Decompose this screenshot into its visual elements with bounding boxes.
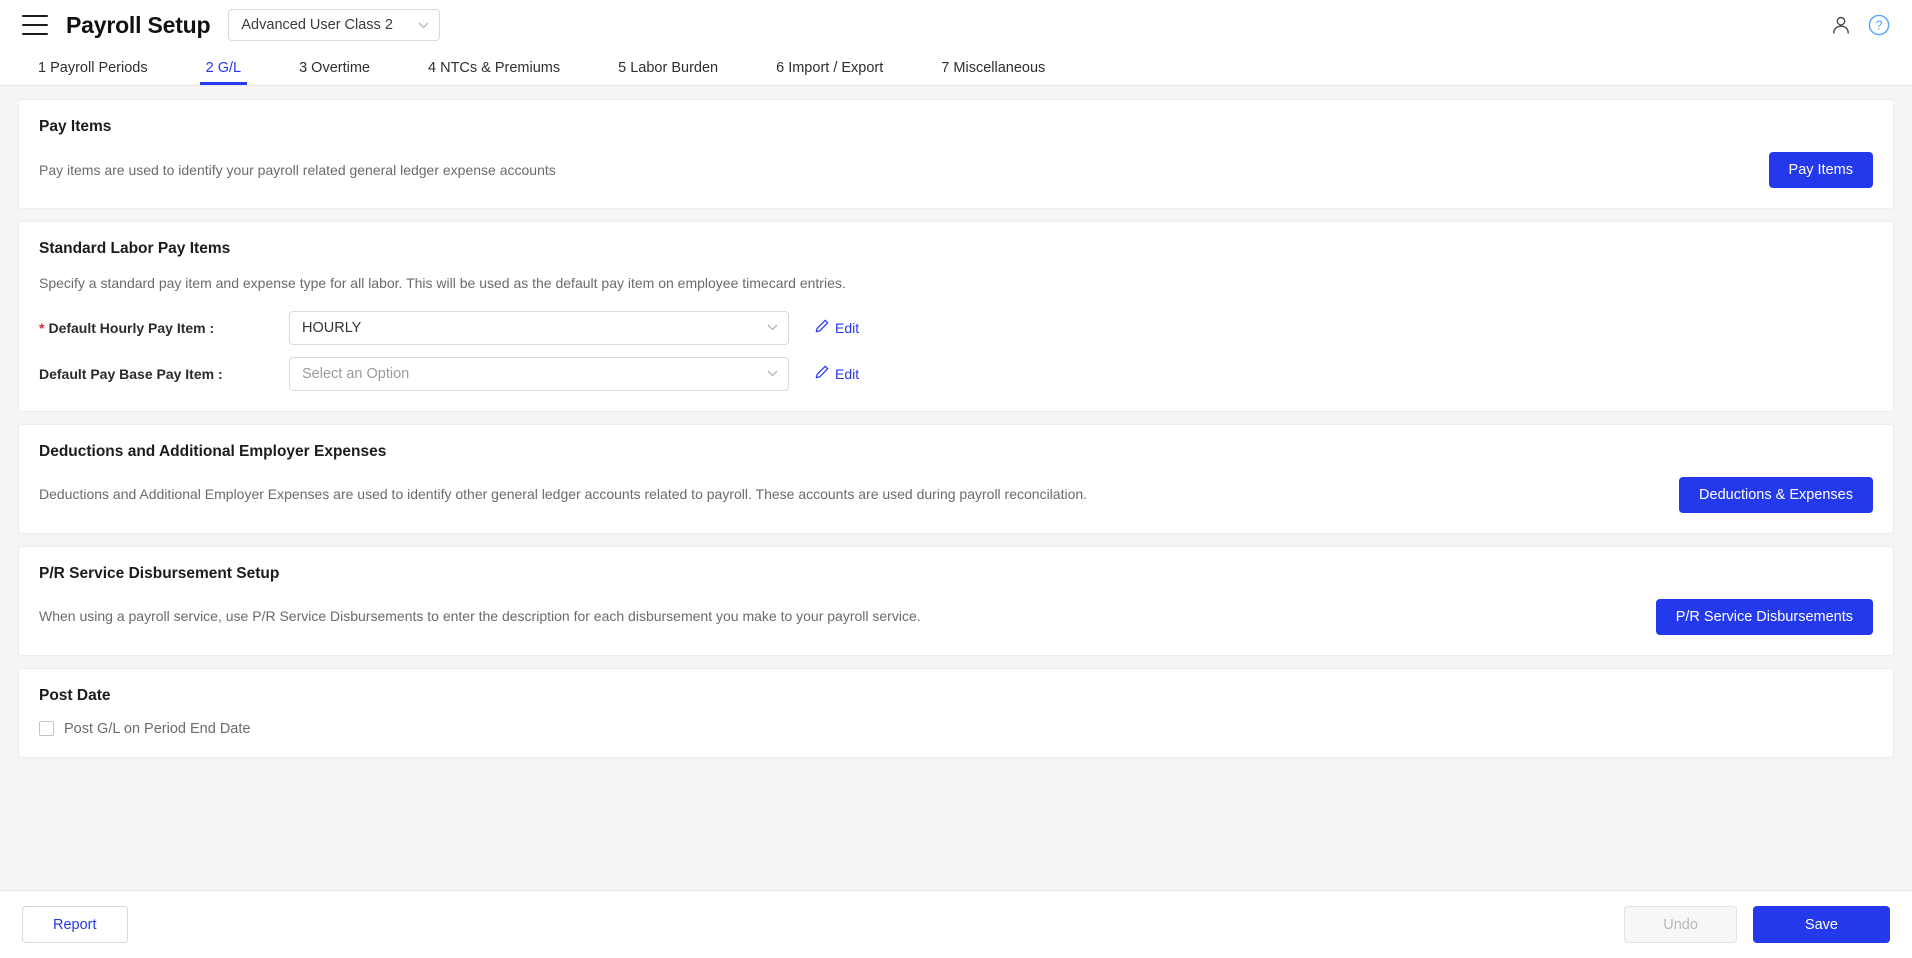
required-asterisk: * (39, 321, 44, 335)
pr-service-disbursements-button[interactable]: P/R Service Disbursements (1656, 599, 1873, 635)
tab-miscellaneous[interactable]: 7 Miscellaneous (941, 60, 1045, 85)
tab-import-export[interactable]: 6 Import / Export (776, 60, 883, 85)
pencil-icon (815, 365, 829, 382)
user-icon[interactable] (1830, 14, 1852, 36)
card-pay-items: Pay Items Pay items are used to identify… (18, 99, 1894, 209)
card-post-date: Post Date Post G/L on Period End Date (18, 668, 1894, 758)
deductions-description: Deductions and Additional Employer Expen… (39, 485, 1087, 504)
chevron-down-icon (767, 370, 778, 377)
user-class-dropdown[interactable]: Advanced User Class 2 (228, 9, 440, 41)
edit-link-label: Edit (835, 366, 859, 382)
undo-button[interactable]: Undo (1624, 906, 1737, 943)
edit-link-label: Edit (835, 320, 859, 336)
tab-gl[interactable]: 2 G/L (206, 60, 241, 85)
edit-default-pay-base-pay-item-link[interactable]: Edit (815, 365, 859, 382)
deductions-expenses-button[interactable]: Deductions & Expenses (1679, 477, 1873, 513)
default-hourly-pay-item-select[interactable]: HOURLY (289, 311, 789, 345)
hamburger-menu-icon[interactable] (22, 15, 48, 35)
pay-items-title: Pay Items (39, 118, 1873, 136)
tab-overtime[interactable]: 3 Overtime (299, 60, 370, 85)
pay-items-button[interactable]: Pay Items (1769, 152, 1873, 188)
save-button[interactable]: Save (1753, 906, 1890, 943)
form-row-default-hourly-pay-item: * Default Hourly Pay Item : HOURLY Edit (39, 311, 1873, 345)
pay-items-description: Pay items are used to identify your payr… (39, 161, 556, 180)
disbursement-title: P/R Service Disbursement Setup (39, 565, 1873, 583)
tab-bar: 1 Payroll Periods 2 G/L 3 Overtime 4 NTC… (0, 50, 1912, 86)
default-pay-base-pay-item-label-text: Default Pay Base Pay Item : (39, 366, 223, 382)
header-actions: ? (1830, 0, 1890, 50)
disbursement-description: When using a payroll service, use P/R Se… (39, 607, 921, 626)
chevron-down-icon (418, 22, 429, 29)
main-content: Pay Items Pay items are used to identify… (0, 86, 1912, 890)
app-header: Payroll Setup Advanced User Class 2 ? (0, 0, 1912, 50)
standard-labor-description: Specify a standard pay item and expense … (39, 274, 1873, 293)
default-pay-base-pay-item-value: Select an Option (302, 366, 761, 382)
tab-ntcs-premiums[interactable]: 4 NTCs & Premiums (428, 60, 560, 85)
tab-labor-burden[interactable]: 5 Labor Burden (618, 60, 718, 85)
edit-default-hourly-pay-item-link[interactable]: Edit (815, 319, 859, 336)
report-button[interactable]: Report (22, 906, 128, 943)
footer-primary-actions: Undo Save (1624, 906, 1890, 943)
default-hourly-pay-item-label-text: Default Hourly Pay Item : (48, 320, 214, 336)
user-class-value: Advanced User Class 2 (241, 17, 412, 33)
page-title: Payroll Setup (66, 12, 210, 39)
help-circle-icon[interactable]: ? (1868, 14, 1890, 36)
card-standard-labor-pay-items: Standard Labor Pay Items Specify a stand… (18, 221, 1894, 412)
form-row-default-pay-base-pay-item: Default Pay Base Pay Item : Select an Op… (39, 357, 1873, 391)
chevron-down-icon (767, 324, 778, 331)
footer-action-bar: Report Undo Save (0, 890, 1912, 958)
default-hourly-pay-item-value: HOURLY (302, 320, 761, 336)
post-gl-period-end-date-label: Post G/L on Period End Date (64, 721, 250, 737)
card-pr-service-disbursement: P/R Service Disbursement Setup When usin… (18, 546, 1894, 656)
post-date-title: Post Date (39, 687, 1873, 705)
default-pay-base-pay-item-label: Default Pay Base Pay Item : (39, 366, 289, 382)
card-deductions-and-expenses: Deductions and Additional Employer Expen… (18, 424, 1894, 534)
tab-payroll-periods[interactable]: 1 Payroll Periods (38, 60, 148, 85)
default-hourly-pay-item-label: * Default Hourly Pay Item : (39, 320, 289, 336)
standard-labor-title: Standard Labor Pay Items (39, 240, 1873, 258)
post-gl-period-end-date-checkbox[interactable] (39, 721, 54, 736)
default-pay-base-pay-item-select[interactable]: Select an Option (289, 357, 789, 391)
deductions-title: Deductions and Additional Employer Expen… (39, 443, 1873, 461)
post-gl-period-end-date-checkbox-row[interactable]: Post G/L on Period End Date (39, 721, 1873, 737)
svg-text:?: ? (1876, 19, 1883, 33)
pencil-icon (815, 319, 829, 336)
